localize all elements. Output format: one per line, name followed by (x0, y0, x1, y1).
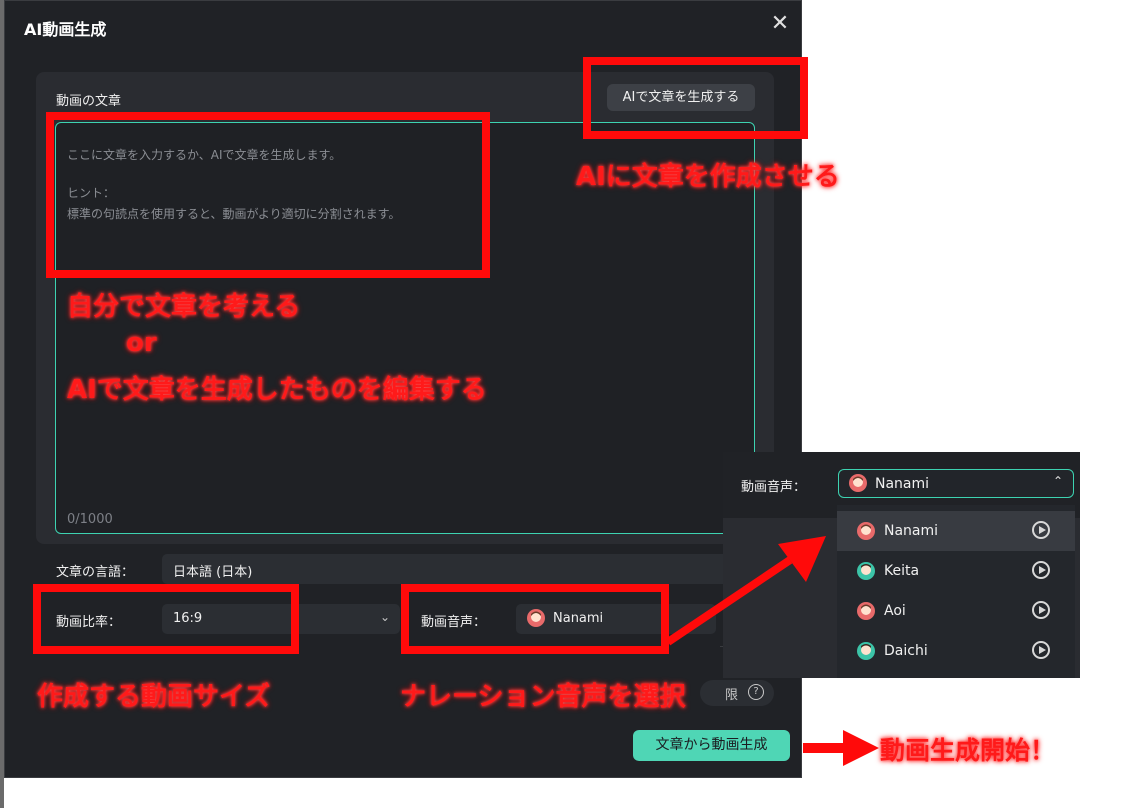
annotation-or: or (126, 328, 157, 358)
voice-option-label: Aoi (884, 603, 906, 619)
annotation-ai-create: AIに文章を作成させる (576, 162, 840, 192)
voice-option-keita[interactable]: Keita (837, 551, 1075, 591)
annotation-box-ai-button (583, 57, 808, 139)
annotation-box-voice (401, 584, 669, 654)
character-counter: 0/1000 (67, 512, 113, 527)
limit-text: 限 (725, 688, 739, 703)
annotation-arrow-voice (665, 536, 826, 646)
avatar-icon (849, 474, 867, 492)
close-icon[interactable]: ✕ (770, 13, 790, 35)
annotation-size: 作成する動画サイズ (37, 682, 271, 712)
popup-voice-select[interactable] (838, 469, 1074, 498)
chevron-down-icon[interactable]: ⌄ (380, 610, 390, 624)
annotation-start: 動画生成開始！ (880, 736, 1056, 765)
annotation-arrow-start (803, 730, 879, 766)
popup-voice-value: Nanami (875, 476, 930, 492)
chevron-up-icon[interactable]: ⌃ (1053, 474, 1063, 488)
generate-video-button[interactable]: 文章から動画生成 (633, 730, 790, 761)
language-label: 文章の言語： (56, 565, 135, 580)
avatar-icon (857, 522, 875, 540)
voice-option-nanami[interactable]: Nanami (837, 511, 1075, 551)
annotation-self-write: 自分で文章を考える (67, 292, 301, 322)
popup-voice-label: 動画音声： (741, 480, 807, 495)
language-value: 日本語 (日本) (173, 565, 253, 580)
voice-option-label: Keita (884, 563, 920, 579)
dialog-title: AI動画生成 (24, 20, 107, 39)
play-icon[interactable] (1032, 641, 1050, 659)
voice-option-label: Nanami (884, 523, 939, 539)
avatar-icon (857, 562, 875, 580)
voice-option-daichi[interactable]: Daichi (837, 631, 1075, 671)
annotation-box-ratio (33, 584, 299, 654)
voice-option-aoi[interactable]: Aoi (837, 591, 1075, 631)
play-icon[interactable] (1032, 601, 1050, 619)
play-icon[interactable] (1032, 561, 1050, 579)
voice-option-label: Daichi (884, 643, 928, 659)
annotation-narration: ナレーション音声を選択 (400, 682, 686, 712)
avatar-icon (857, 602, 875, 620)
play-icon[interactable] (1032, 521, 1050, 539)
avatar-icon (857, 642, 875, 660)
annotation-box-textarea (46, 112, 490, 278)
help-icon[interactable]: ? (748, 684, 764, 700)
annotation-ai-edit: AIで文章を生成したものを編集する (67, 375, 487, 405)
text-panel-label: 動画の文章 (56, 94, 122, 109)
